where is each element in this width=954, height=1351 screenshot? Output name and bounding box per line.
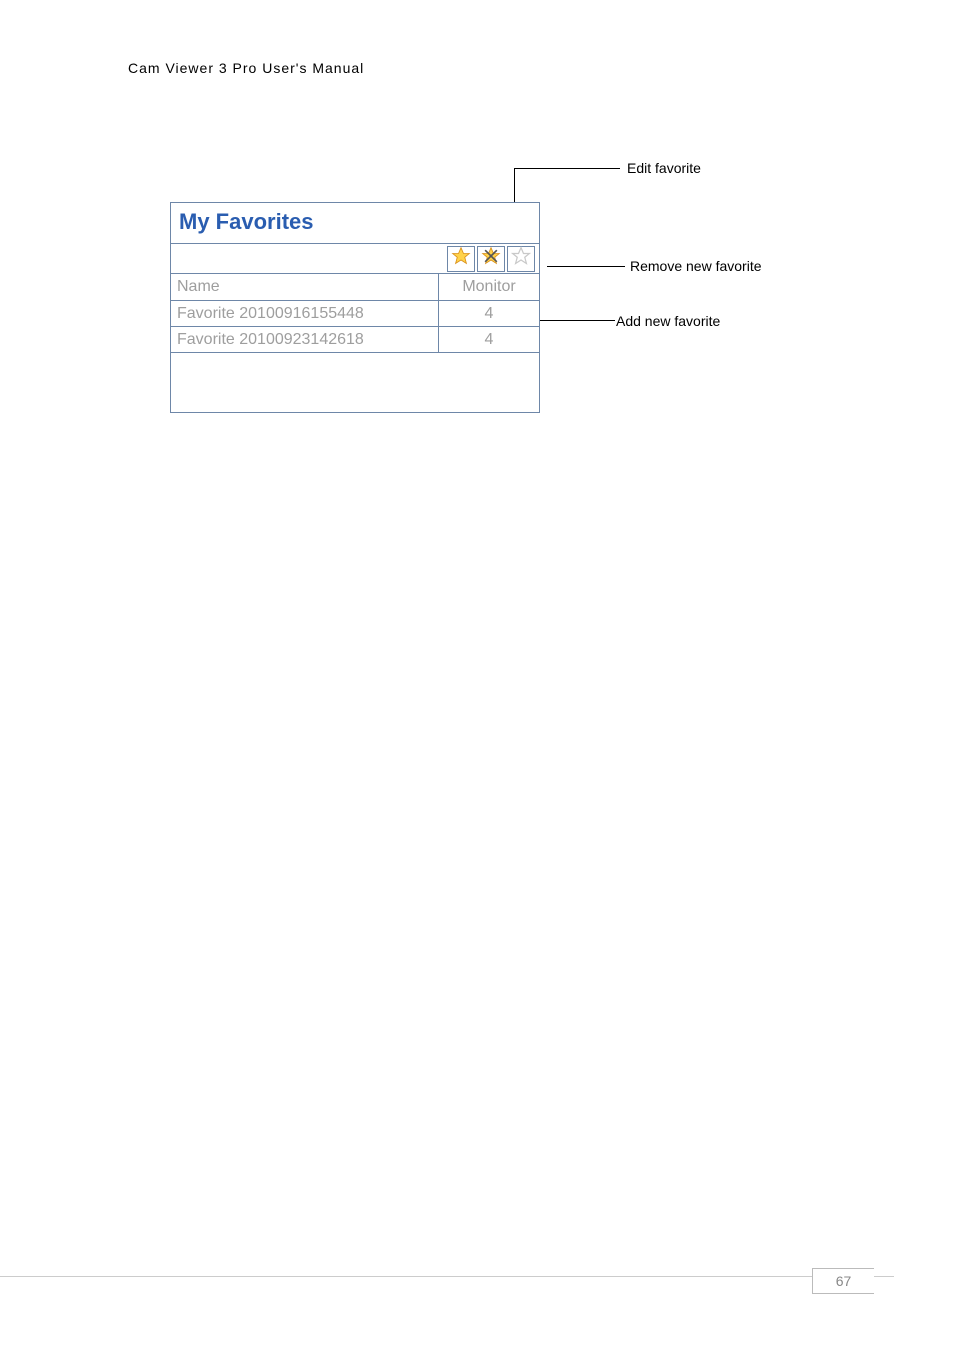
star-add-icon xyxy=(511,246,531,271)
panel-empty-area xyxy=(171,352,539,412)
favorite-name-cell: Favorite 20100923142618 xyxy=(171,327,439,352)
callout-edit-favorite: Edit favorite xyxy=(627,160,701,176)
table-row[interactable]: Favorite 20100923142618 4 xyxy=(171,326,539,352)
table-row[interactable]: Favorite 20100916155448 4 xyxy=(171,300,539,326)
star-edit-icon xyxy=(451,246,471,271)
my-favorites-panel: My Favorites Name Monitor xyxy=(170,202,540,413)
edit-favorite-button[interactable] xyxy=(447,246,475,272)
page-number: 67 xyxy=(812,1268,874,1294)
favorites-toolbar xyxy=(171,243,539,273)
add-favorite-button[interactable] xyxy=(507,246,535,272)
favorite-monitor-cell: 4 xyxy=(439,327,539,352)
favorites-table: Name Monitor Favorite 20100916155448 4 F… xyxy=(171,273,539,352)
footer-rule-tail xyxy=(874,1276,894,1277)
callout-remove-favorite: Remove new favorite xyxy=(630,258,762,274)
callout-line xyxy=(547,266,625,267)
footer-rule xyxy=(0,1276,815,1277)
remove-favorite-button[interactable] xyxy=(477,246,505,272)
table-header-row: Name Monitor xyxy=(171,274,539,300)
star-remove-icon xyxy=(481,246,501,271)
callout-add-favorite: Add new favorite xyxy=(616,313,720,329)
favorite-name-cell: Favorite 20100916155448 xyxy=(171,301,439,326)
callout-line xyxy=(514,168,620,169)
column-header-monitor[interactable]: Monitor xyxy=(439,274,539,300)
page-header: Cam Viewer 3 Pro User's Manual xyxy=(128,60,364,76)
column-header-name[interactable]: Name xyxy=(171,274,439,300)
favorite-monitor-cell: 4 xyxy=(439,301,539,326)
panel-title: My Favorites xyxy=(171,203,539,243)
